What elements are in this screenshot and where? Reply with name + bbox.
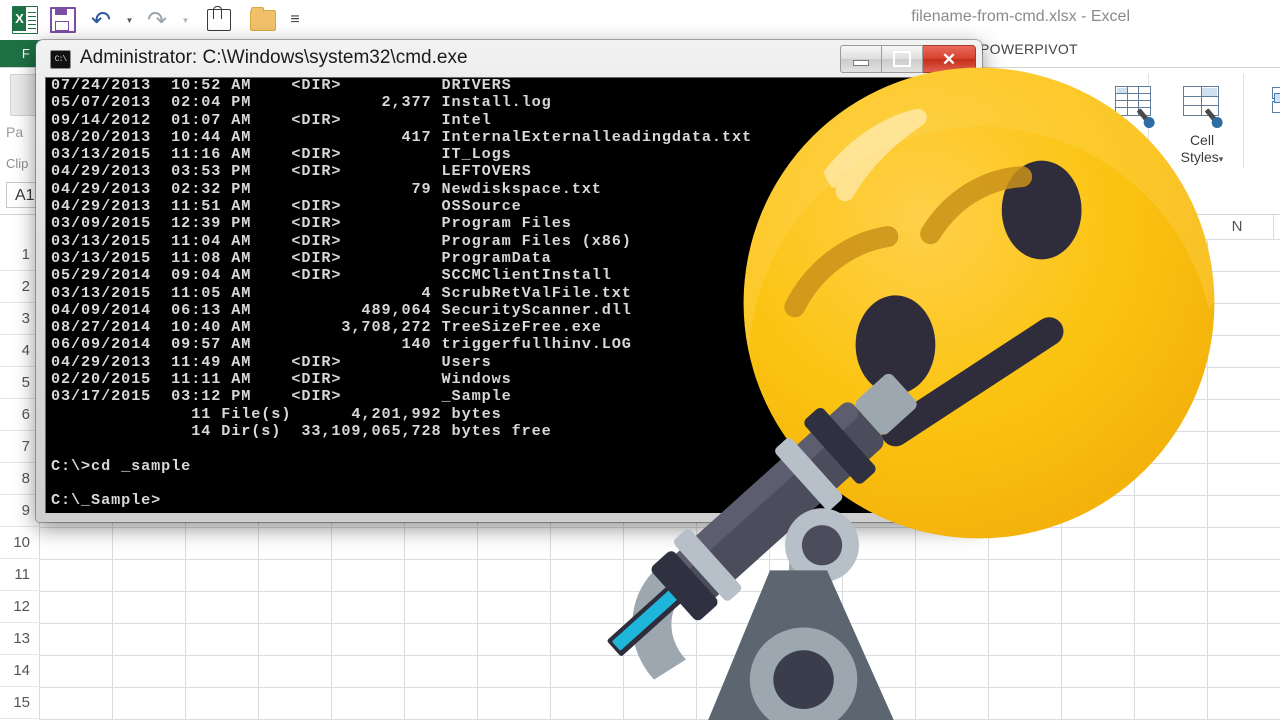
redo-dropdown-caret-icon[interactable]: ▼ — [178, 4, 192, 36]
insert-cells-button[interactable]: Ins▾ — [1254, 84, 1280, 168]
row-header-8[interactable]: 8 — [0, 463, 38, 495]
quick-access-toolbar: X ↶ ▼ ↷ ▼ ≡ filename-from-cmd.xlsx - Exc… — [0, 0, 1280, 40]
undo-dropdown-caret-icon[interactable]: ▼ — [122, 4, 136, 36]
insert-cells-icon — [1272, 87, 1280, 113]
excel-window-title: filename-from-cmd.xlsx - Excel — [911, 8, 1130, 25]
row-header-15[interactable]: 15 — [0, 687, 38, 719]
row-header-1[interactable]: 1 — [0, 239, 38, 271]
customize-qat-icon[interactable]: ≡ — [284, 4, 306, 36]
save-icon[interactable] — [46, 4, 80, 36]
redo-icon[interactable]: ↷ — [140, 4, 174, 36]
row-header-5[interactable]: 5 — [0, 367, 38, 399]
row-header-6[interactable]: 6 — [0, 399, 38, 431]
cmd-console-icon: C:\ — [50, 50, 71, 69]
microscope-emoji — [607, 373, 917, 720]
clipboard-group-label: Clip — [6, 156, 29, 171]
row-header-7[interactable]: 7 — [0, 431, 38, 463]
row-header-9[interactable]: 9 — [0, 495, 38, 527]
open-folder-icon[interactable] — [246, 4, 280, 36]
excel-logo-icon: X — [8, 4, 42, 36]
cmd-window-title: Administrator: C:\Windows\system32\cmd.e… — [80, 47, 468, 68]
ribbon-group-divider — [1243, 74, 1244, 168]
row-header-3[interactable]: 3 — [0, 303, 38, 335]
row-header-2[interactable]: 2 — [0, 271, 38, 303]
attach-icon[interactable] — [202, 4, 236, 36]
row-header-12[interactable]: 12 — [0, 591, 38, 623]
undo-icon[interactable]: ↶ — [84, 4, 118, 36]
screenshot-stage: X ↶ ▼ ↷ ▼ ≡ filename-from-cmd.xlsx - Exc… — [0, 0, 1280, 720]
tab-powerpivot[interactable]: POWERPIVOT — [980, 41, 1078, 57]
row-header-11[interactable]: 11 — [0, 559, 38, 591]
row-header-4[interactable]: 4 — [0, 335, 38, 367]
row-header-column: 1 2 3 4 5 6 7 8 9 10 11 12 13 14 15 — [0, 239, 40, 720]
row-header-14[interactable]: 14 — [0, 655, 38, 687]
row-header-13[interactable]: 13 — [0, 623, 38, 655]
paste-label: Pa — [6, 124, 24, 140]
row-header-10[interactable]: 10 — [0, 527, 38, 559]
excel-logo-letter: X — [15, 11, 24, 26]
